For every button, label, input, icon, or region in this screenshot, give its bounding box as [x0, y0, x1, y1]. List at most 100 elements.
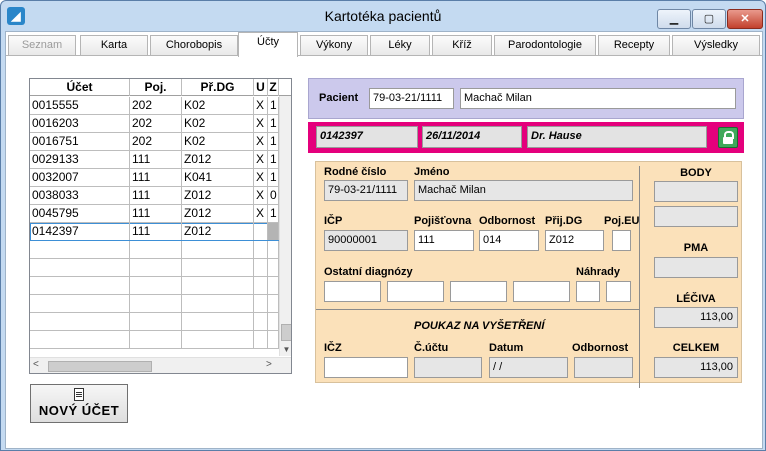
- poukaz-odbornost-field[interactable]: [574, 357, 633, 378]
- table-row[interactable]: [30, 295, 291, 313]
- table-row[interactable]: [30, 241, 291, 259]
- table-cell[interactable]: [268, 277, 279, 294]
- table-cell[interactable]: [130, 331, 182, 348]
- table-cell[interactable]: [254, 277, 268, 294]
- table-cell[interactable]: [130, 241, 182, 258]
- table-cell[interactable]: [182, 313, 254, 330]
- leciva-field[interactable]: 113,00: [654, 307, 738, 328]
- rodne-cislo-field[interactable]: 79-03-21/1111: [324, 180, 408, 201]
- table-cell[interactable]: [268, 241, 279, 258]
- table-cell[interactable]: [254, 259, 268, 276]
- table-cell[interactable]: 202: [130, 97, 182, 114]
- table-cell[interactable]: [182, 241, 254, 258]
- lock-icon[interactable]: [718, 127, 738, 148]
- ostatni-diagnoza-field-4[interactable]: [513, 281, 570, 302]
- col-header-u[interactable]: U: [254, 79, 268, 96]
- table-row[interactable]: 0015555 202 K02 X 1: [30, 97, 291, 115]
- table-cell[interactable]: 202: [130, 115, 182, 132]
- tab-parodontologie[interactable]: Parodontologie: [494, 35, 596, 56]
- table-cell[interactable]: 1: [268, 133, 279, 150]
- table-cell[interactable]: [30, 331, 130, 348]
- table-cell[interactable]: [30, 277, 130, 294]
- table-cell[interactable]: K02: [182, 133, 254, 150]
- body-field-1[interactable]: [654, 181, 738, 202]
- table-cell[interactable]: 1: [268, 169, 279, 186]
- scroll-down-icon[interactable]: ▼: [280, 343, 291, 356]
- prij-dg-field[interactable]: Z012: [545, 230, 604, 251]
- pma-field[interactable]: [654, 257, 738, 278]
- patient-birth-number-field[interactable]: 79-03-21/1111: [369, 88, 454, 109]
- table-cell[interactable]: [182, 331, 254, 348]
- table-cell[interactable]: [30, 259, 130, 276]
- table-cell[interactable]: K02: [182, 115, 254, 132]
- table-cell[interactable]: [268, 223, 279, 240]
- jmeno-field[interactable]: Machač Milan: [414, 180, 633, 201]
- scroll-right-icon[interactable]: >: [266, 359, 272, 370]
- accounts-grid[interactable]: Účet Poj. Př.DG U Z 0015555 202 K02 X 1 00162…: [29, 78, 292, 374]
- table-cell[interactable]: 0015555: [30, 97, 130, 114]
- table-cell[interactable]: 0032007: [30, 169, 130, 186]
- table-row[interactable]: 0016203 202 K02 X 1: [30, 115, 291, 133]
- col-header-poj[interactable]: Poj.: [130, 79, 182, 96]
- tab-recepty[interactable]: Recepty: [598, 35, 670, 56]
- scroll-left-icon[interactable]: <: [33, 359, 39, 370]
- tab-karta[interactable]: Karta: [80, 35, 148, 56]
- table-cell[interactable]: [268, 313, 279, 330]
- table-cell[interactable]: 0045795: [30, 205, 130, 222]
- new-account-button[interactable]: NOVÝ ÚČET: [30, 384, 128, 423]
- pojistovna-field[interactable]: 111: [414, 230, 474, 251]
- body-field-2[interactable]: [654, 206, 738, 227]
- horizontal-scroll-thumb[interactable]: [48, 361, 152, 372]
- table-cell[interactable]: [130, 277, 182, 294]
- table-row[interactable]: 0038033 111 Z012 X 0: [30, 187, 291, 205]
- table-row[interactable]: [30, 259, 291, 277]
- icz-field[interactable]: [324, 357, 408, 378]
- celkem-field[interactable]: 113,00: [654, 357, 738, 378]
- nahrady-field-2[interactable]: [606, 281, 631, 302]
- account-doctor-field[interactable]: Dr. Hause: [527, 126, 707, 148]
- tab-seznam[interactable]: Seznam: [8, 35, 76, 56]
- table-row[interactable]: [30, 313, 291, 331]
- tab-vysledky[interactable]: Výsledky: [672, 35, 760, 56]
- table-cell[interactable]: 0016203: [30, 115, 130, 132]
- table-cell[interactable]: [254, 313, 268, 330]
- table-cell[interactable]: 1: [268, 115, 279, 132]
- tab-leky[interactable]: Léky: [370, 35, 430, 56]
- table-cell[interactable]: K041: [182, 169, 254, 186]
- table-cell[interactable]: [254, 223, 268, 240]
- table-cell[interactable]: X: [254, 187, 268, 204]
- table-cell[interactable]: 0016751: [30, 133, 130, 150]
- table-cell[interactable]: X: [254, 205, 268, 222]
- table-row[interactable]: [30, 277, 291, 295]
- col-header-ucet[interactable]: Účet: [30, 79, 130, 96]
- table-cell[interactable]: 1: [268, 205, 279, 222]
- table-cell[interactable]: [182, 259, 254, 276]
- table-cell[interactable]: [30, 241, 130, 258]
- table-cell[interactable]: Z012: [182, 205, 254, 222]
- col-header-prdg[interactable]: Př.DG: [182, 79, 254, 96]
- title-bar[interactable]: ◢ Kartotéka pacientů ▁ ▢ ✕: [1, 1, 765, 31]
- patient-name-field[interactable]: Machač Milan: [460, 88, 736, 109]
- vertical-scrollbar[interactable]: ▼: [279, 96, 291, 356]
- poj-eu-field[interactable]: [612, 230, 631, 251]
- table-cell[interactable]: [130, 313, 182, 330]
- ostatni-diagnoza-field-3[interactable]: [450, 281, 507, 302]
- table-row[interactable]: [30, 331, 291, 349]
- table-cell[interactable]: 0029133: [30, 151, 130, 168]
- table-row[interactable]: 0045795 111 Z012 X 1: [30, 205, 291, 223]
- ostatni-diagnoza-field-1[interactable]: [324, 281, 381, 302]
- table-cell[interactable]: 111: [130, 151, 182, 168]
- datum-field[interactable]: / /: [489, 357, 568, 378]
- table-cell[interactable]: [268, 295, 279, 312]
- table-cell[interactable]: 111: [130, 187, 182, 204]
- table-cell[interactable]: [254, 331, 268, 348]
- close-button[interactable]: ✕: [727, 9, 763, 29]
- table-cell[interactable]: [30, 313, 130, 330]
- table-cell[interactable]: Z012: [182, 223, 254, 240]
- minimize-button[interactable]: ▁: [657, 9, 691, 29]
- table-cell[interactable]: 1: [268, 97, 279, 114]
- table-cell[interactable]: [30, 295, 130, 312]
- table-cell[interactable]: 0: [268, 187, 279, 204]
- table-cell[interactable]: 202: [130, 133, 182, 150]
- horizontal-scrollbar[interactable]: < >: [30, 357, 291, 373]
